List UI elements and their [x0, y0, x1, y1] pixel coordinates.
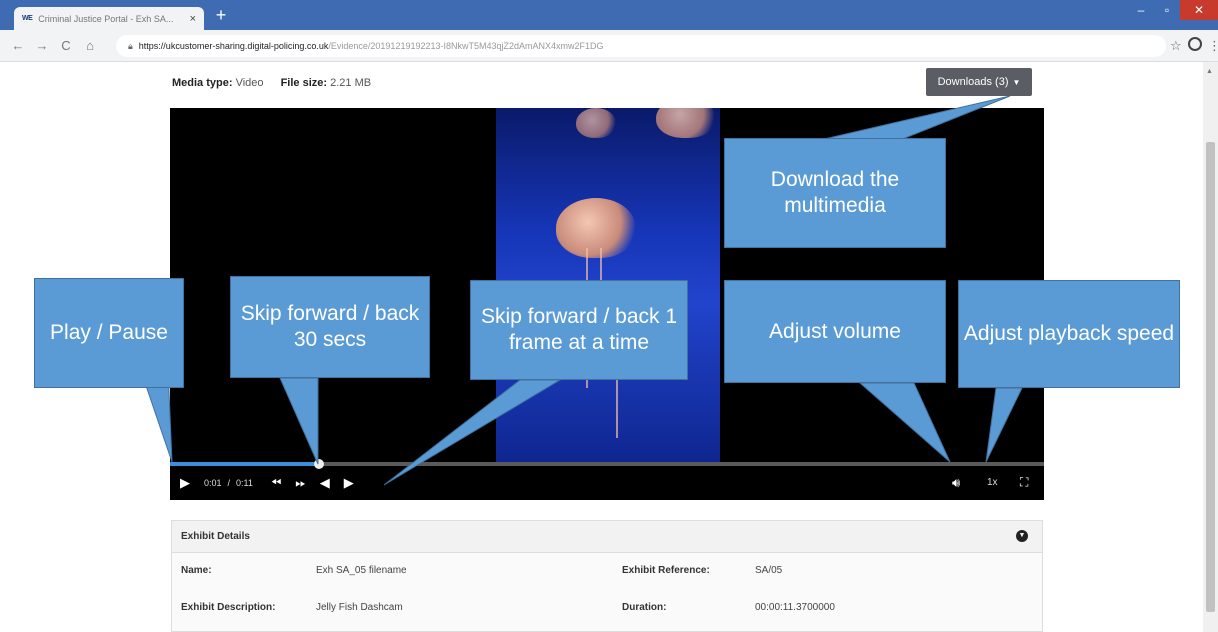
- volume-callout-pointer: [858, 382, 951, 463]
- skip30-callout-pointer: [279, 377, 319, 465]
- download-callout: Download the multimedia: [724, 138, 946, 248]
- speed-callout-pointer: [985, 387, 1023, 463]
- skip-frame-callout: Skip forward / back 1 frame at a time: [470, 280, 688, 380]
- play-pause-callout: Play / Pause: [34, 278, 184, 388]
- download-callout-pointer: [819, 95, 1011, 141]
- volume-callout: Adjust volume: [724, 280, 946, 383]
- skip-30-callout: Skip forward / back 30 secs: [230, 276, 430, 378]
- skipframe-callout-pointer: [383, 379, 562, 486]
- playback-speed-callout: Adjust playback speed: [958, 280, 1180, 388]
